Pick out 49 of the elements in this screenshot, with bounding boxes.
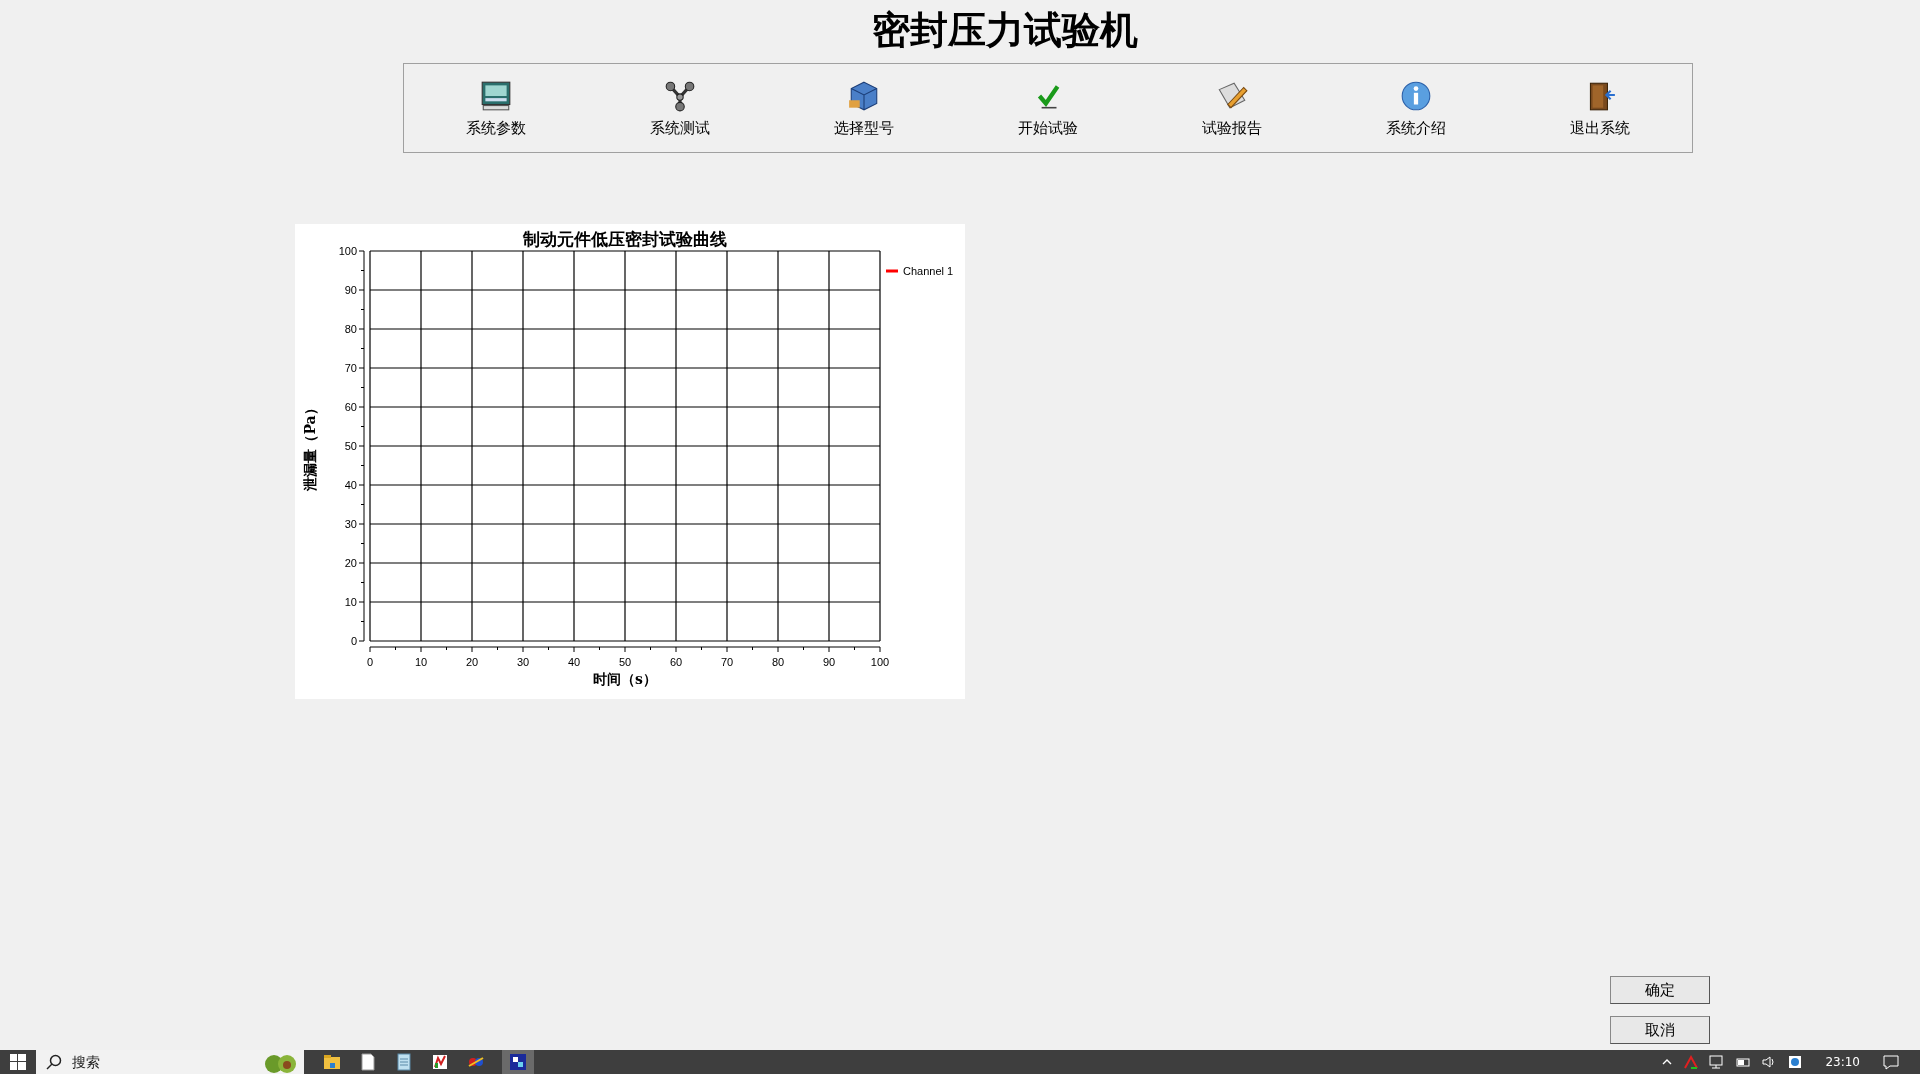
y-tick-label: 0 [350,635,357,647]
notification-icon[interactable] [1882,1053,1900,1071]
x-tick-label: 30 [516,656,530,668]
x-tick-label: 20 [465,656,479,668]
notepad-icon[interactable] [394,1052,414,1072]
y-tick-label: 100 [338,245,357,257]
x-tick-label: 0 [366,656,374,668]
blocks-icon [508,1052,528,1072]
x-tick-label: 80 [771,656,785,668]
x-tick-label: 40 [567,656,581,668]
y-tick-label: 70 [344,362,357,374]
x-tick-label: 100 [870,656,890,668]
y-tick-label: 50 [344,440,357,452]
x-axis-title: 时间（s） [593,671,657,687]
window-title: 密封压力试验机 [872,6,1138,54]
y-tick-label: 30 [344,518,357,530]
folder-icon[interactable] [322,1052,342,1072]
windows-logo-icon [10,1054,26,1070]
chart-title: 制动元件低压密封试验曲线 [523,229,727,249]
y-tick-label: 90 [344,284,357,296]
search-field[interactable]: 搜索 [36,1050,304,1074]
clock[interactable]: 23:10 [1825,1055,1860,1069]
toolbar-button[interactable]: 退出系统 [1562,74,1638,142]
y-tick-label: 60 [344,401,357,413]
x-tick-label: 50 [618,656,632,668]
search-icon [46,1054,62,1070]
x-tick-label: 90 [822,656,836,668]
dialog-button[interactable]: 取消 [1610,1016,1710,1044]
triangle-icon[interactable] [1683,1054,1700,1070]
chart-app-icon[interactable] [430,1052,450,1072]
toolbar-button[interactable]: 开始试验 [1010,74,1086,142]
taskbar-app-button[interactable] [502,1050,534,1074]
network-icon[interactable] [1709,1054,1726,1070]
y-tick-label: 10 [344,596,357,608]
legend-label: Channel 1 [903,265,954,277]
toolbar-button[interactable]: 系统测试 [642,74,718,142]
x-tick-label: 70 [720,656,734,668]
y-axis-title: 泄漏量（Pa） [302,401,318,491]
x-tick-label: 60 [669,656,683,668]
y-tick-label: 20 [344,557,357,569]
y-tick-label: 80 [344,323,357,335]
toolbar-button[interactable]: 选择型号 [826,74,902,142]
document-icon[interactable] [358,1052,378,1072]
toolbar-button[interactable]: 系统介绍 [1378,74,1454,142]
dialog-button[interactable]: 确定 [1610,976,1710,1004]
y-tick-label: 40 [344,479,357,491]
x-tick-label: 10 [414,656,428,668]
toolbar-button[interactable]: 系统参数 [458,74,534,142]
toolbar-button[interactable]: 试验报告 [1194,74,1270,142]
